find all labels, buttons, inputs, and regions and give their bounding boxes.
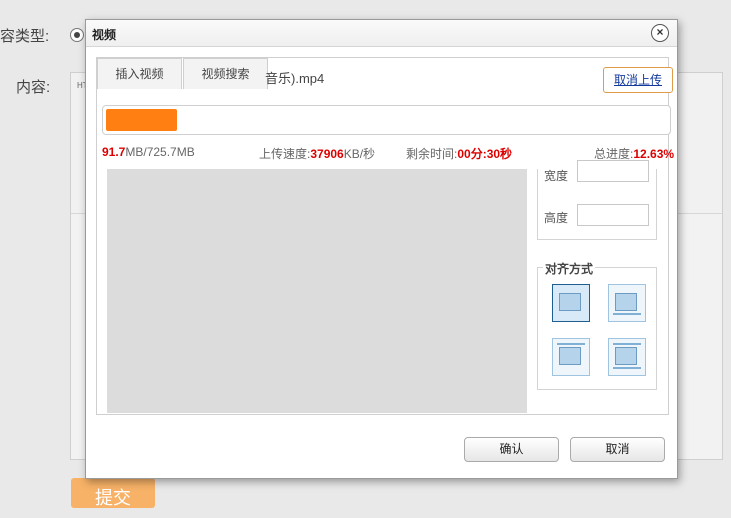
upload-progress-bar: [102, 105, 671, 135]
upload-filename: 音乐).mp4: [265, 71, 325, 86]
upload-size-stat: 91.7MB/725.7MB: [102, 145, 195, 159]
confirm-button[interactable]: 确认: [464, 437, 559, 462]
total-progress-value: 12.63%: [633, 147, 675, 161]
dialog-header: 视频 ×: [86, 20, 677, 47]
remaining-time-value: 00分:30秒: [457, 147, 513, 161]
image-placeholder-icon: [615, 293, 637, 311]
dialog-body: 插入视频 视频搜索 音乐).mp4 取消上传 91.7MB/725.7MB 上传…: [96, 57, 674, 415]
upload-progress-fill: [106, 109, 177, 131]
remaining-time-label: 剩余时间:: [406, 147, 458, 161]
width-input[interactable]: [577, 160, 649, 182]
align-left-icon[interactable]: [608, 284, 646, 322]
uploaded-size-value: 91.7: [102, 145, 126, 159]
video-dialog: 视频 × 插入视频 视频搜索 音乐).mp4 取消上传 91.7MB/725.7…: [85, 19, 678, 479]
content-type-label: 容类型:: [0, 28, 50, 45]
close-icon[interactable]: ×: [651, 24, 669, 42]
dialog-footer: 确认 取消: [86, 418, 677, 478]
properties-panel: 宽度 高度 对齐方式: [537, 160, 657, 413]
video-preview-area: [107, 169, 527, 413]
height-label: 高度: [544, 211, 569, 225]
cancel-button[interactable]: 取消: [570, 437, 665, 462]
total-progress-label: 总进度:: [594, 147, 634, 161]
text-line-icon: [613, 367, 641, 369]
image-placeholder-icon: [615, 347, 637, 365]
tab-insert-video[interactable]: 插入视频: [97, 58, 182, 89]
tab-video-search[interactable]: 视频搜索: [183, 58, 268, 89]
cancel-upload-button[interactable]: 取消上传: [603, 67, 673, 93]
align-none-icon[interactable]: [552, 284, 590, 322]
content-label: 内容:: [16, 79, 51, 96]
text-line-icon: [613, 343, 641, 345]
height-input[interactable]: [577, 204, 649, 226]
upload-speed-unit: KB/秒: [343, 147, 376, 161]
align-right-icon[interactable]: [552, 338, 590, 376]
image-placeholder-icon: [559, 347, 581, 365]
text-line-icon: [557, 343, 585, 345]
dialog-title: 视频: [92, 28, 117, 42]
uploaded-size-unit: MB/725.7MB: [125, 145, 195, 159]
content-type-radio[interactable]: [70, 28, 84, 42]
submit-button[interactable]: 提交: [71, 478, 155, 508]
upload-speed-value: 37906: [310, 147, 344, 161]
remaining-time-stat: 剩余时间:00分:30秒: [406, 145, 512, 162]
align-legend: 对齐方式: [543, 260, 596, 277]
align-center-icon[interactable]: [608, 338, 646, 376]
text-line-icon: [613, 313, 641, 315]
align-group: 对齐方式: [537, 260, 657, 390]
width-label: 宽度: [544, 169, 569, 183]
image-placeholder-icon: [559, 293, 581, 311]
upload-speed-label: 上传速度:: [259, 147, 311, 161]
upload-speed-stat: 上传速度:37906KB/秒: [259, 145, 375, 162]
size-group: 宽度 高度: [537, 160, 657, 240]
